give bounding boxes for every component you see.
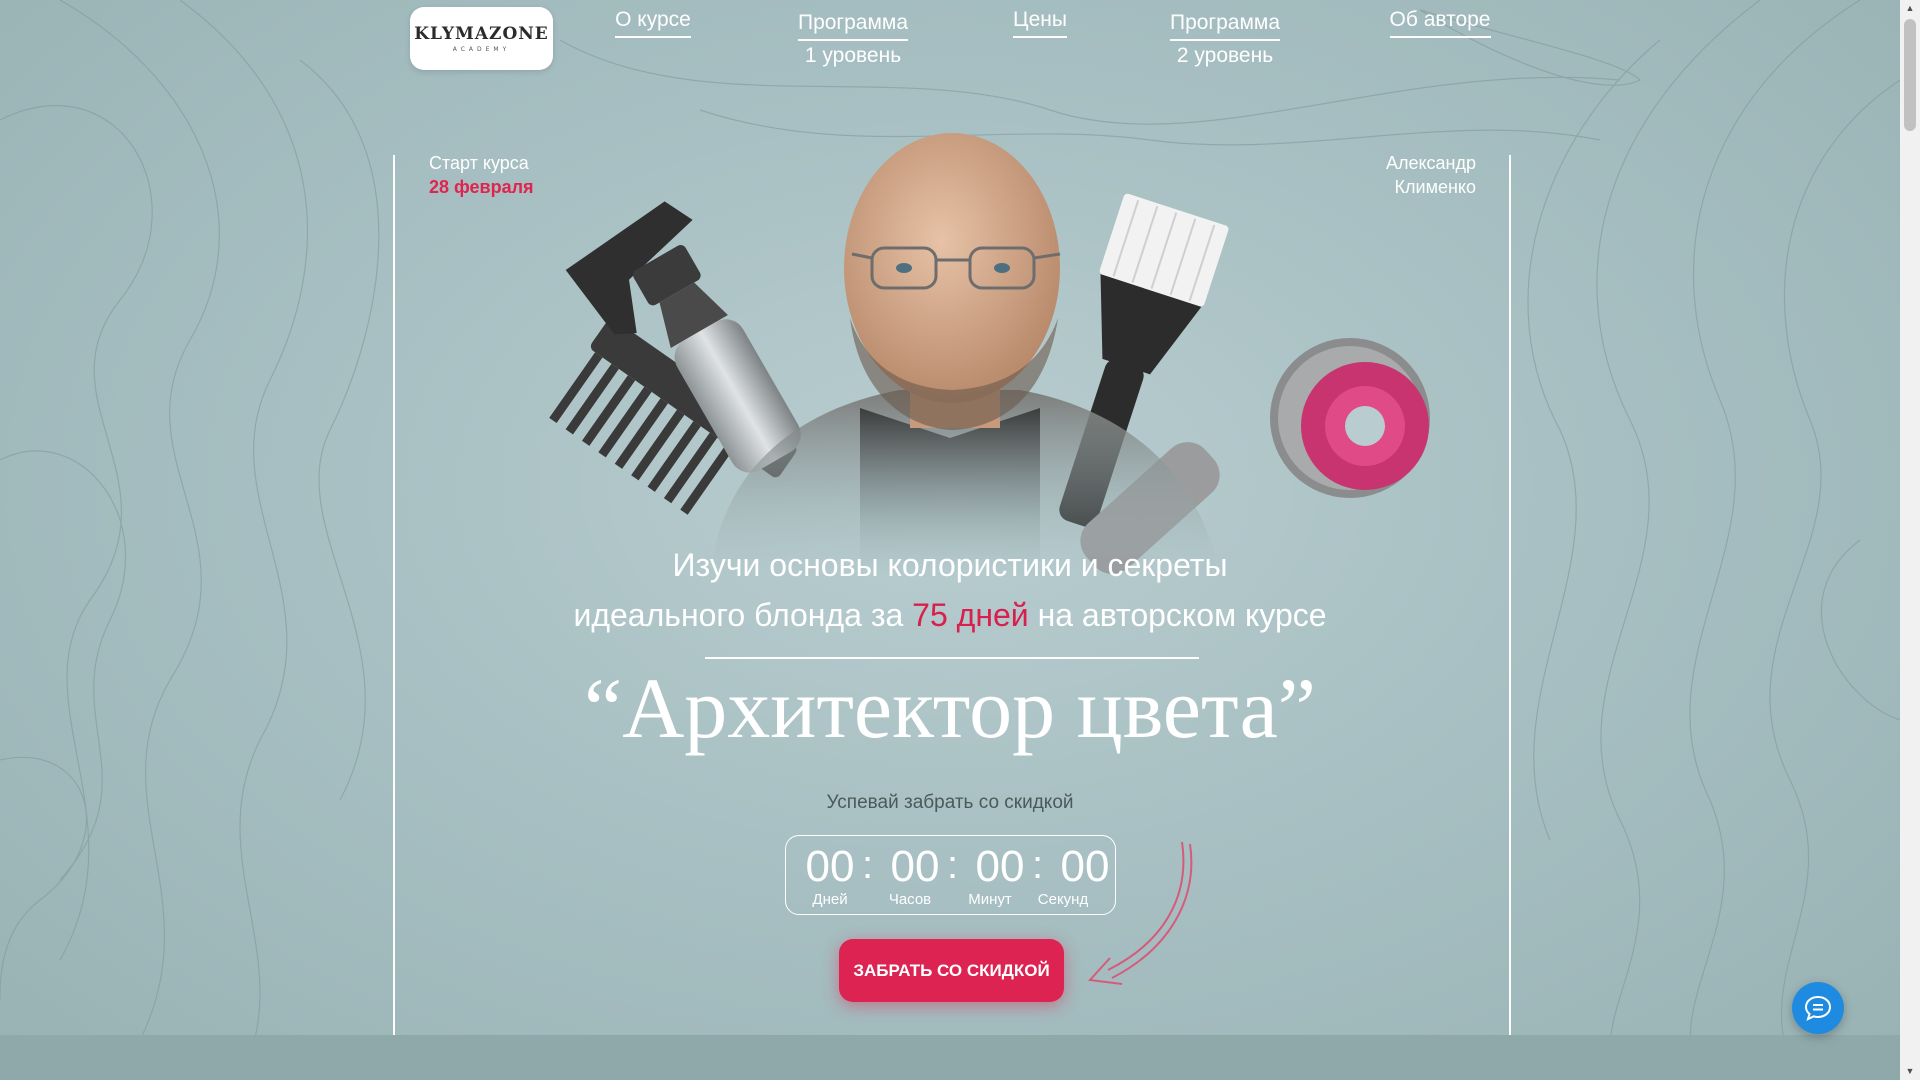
- nav-program-level-label: 1 уровень: [804, 44, 902, 67]
- get-discount-button[interactable]: ЗАБРАТЬ СО СКИДКОЙ: [839, 939, 1064, 1002]
- nav-program-level-1[interactable]: Программа 1 уровень: [783, 8, 923, 71]
- logo-subtext: ACADEMY: [452, 46, 511, 53]
- hero-illustration: [549, 133, 1430, 578]
- frame-line-left: [393, 155, 395, 1035]
- nav-about-author[interactable]: Об авторе: [1375, 5, 1505, 38]
- logo[interactable]: KLYMAZONE ACADEMY: [410, 7, 553, 70]
- frame-line-right: [1509, 155, 1511, 1035]
- hero-headline: Изучи основы колористики и секреты идеал…: [450, 540, 1450, 640]
- nav-program-level-label: 2 уровень: [1176, 44, 1274, 67]
- chat-bubble-icon: [1804, 995, 1832, 1021]
- timer-minutes-label: Минут: [968, 891, 1012, 908]
- nav-program-label: Программа: [797, 8, 909, 41]
- nav-program-label: Программа: [1169, 8, 1281, 41]
- headline-line-1: Изучи основы колористики и секреты: [672, 547, 1228, 583]
- timer-separator: :: [947, 843, 959, 887]
- nav-program-level-2[interactable]: Программа 2 уровень: [1155, 8, 1295, 71]
- headline-line-2: идеального блонда за 75 дней на авторско…: [450, 590, 1450, 640]
- scroll-up-arrow-icon[interactable]: ▲: [1900, 0, 1920, 17]
- bottom-band: [0, 1035, 1900, 1080]
- nav-about-course-label: О курсе: [615, 5, 691, 38]
- nav-prices-label: Цены: [1013, 5, 1067, 38]
- nav-prices[interactable]: Цены: [1000, 5, 1080, 38]
- countdown-timer: 00 : 00 : 00 : 00 Дней Часов Минут Секун…: [785, 835, 1116, 915]
- headline-post: на авторском курсе: [1028, 597, 1327, 633]
- headline-accent: 75 дней: [912, 597, 1029, 633]
- landing-page: KLYMAZONE ACADEMY О курсе Программа 1 ур…: [0, 0, 1900, 1080]
- scroll-down-arrow-icon[interactable]: ▼: [1900, 1063, 1920, 1080]
- hurry-text: Успевай забрать со скидкой: [826, 792, 1074, 813]
- logo-text: KLYMAZONE: [414, 24, 549, 44]
- course-title: “Архитектор цвета”: [584, 660, 1316, 756]
- chat-button[interactable]: [1792, 982, 1844, 1034]
- vertical-scrollbar[interactable]: ▲ ▼: [1900, 0, 1920, 1080]
- curved-arrow-icon: [1087, 841, 1193, 985]
- timer-minutes: 00: [975, 842, 1025, 891]
- headline-pre: идеального блонда за: [573, 597, 913, 633]
- nav-about-author-label: Об авторе: [1389, 5, 1491, 38]
- timer-hours-label: Часов: [888, 891, 932, 908]
- timer-separator: :: [1032, 843, 1044, 887]
- nav-about-course[interactable]: О курсе: [603, 5, 703, 38]
- timer-hours: 00: [890, 842, 940, 891]
- timer-days: 00: [805, 842, 855, 891]
- timer-days-label: Дней: [812, 891, 848, 908]
- timer-separator: :: [862, 843, 874, 887]
- scrollbar-thumb[interactable]: [1904, 19, 1916, 131]
